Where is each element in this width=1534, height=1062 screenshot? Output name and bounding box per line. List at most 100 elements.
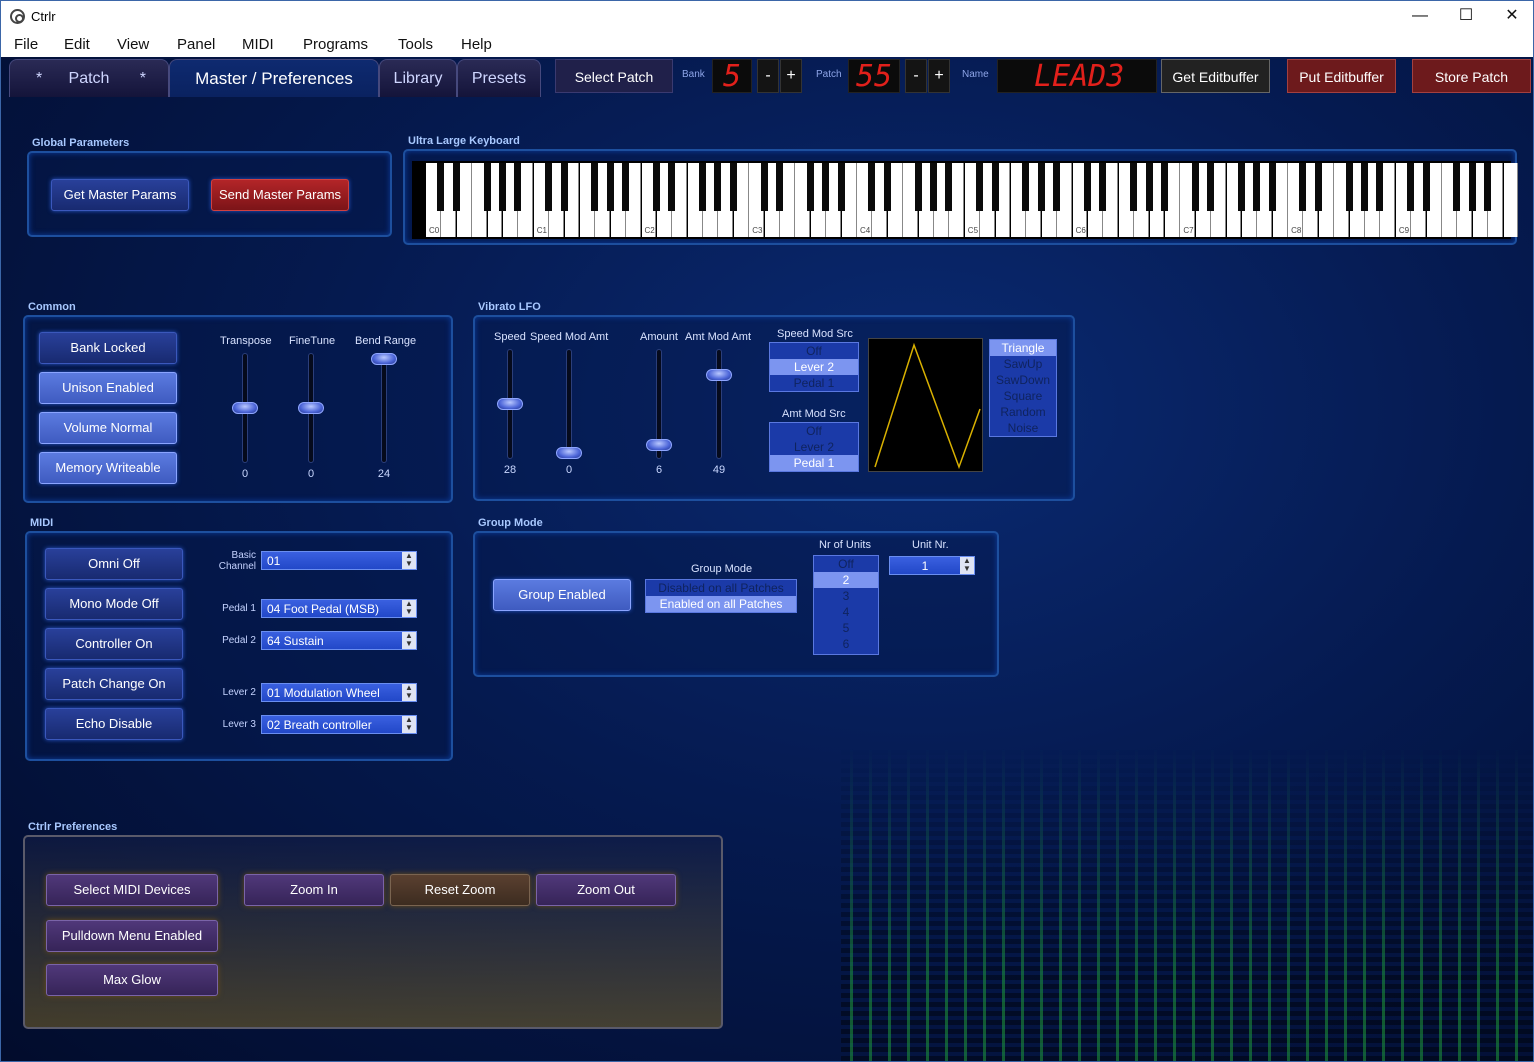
speed-slider[interactable] [497, 398, 523, 410]
menu-panel[interactable]: Panel [177, 36, 215, 53]
black-key[interactable] [760, 163, 768, 211]
put-editbuffer-button[interactable]: Put Editbuffer [1287, 59, 1396, 93]
menu-tools[interactable]: Tools [398, 36, 433, 53]
black-key[interactable] [837, 163, 845, 211]
black-key[interactable] [1468, 163, 1476, 211]
black-key[interactable] [822, 163, 830, 211]
amt-mod-amt-slider[interactable] [706, 368, 732, 381]
bank-locked-button[interactable]: Bank Locked [39, 332, 177, 364]
units-2[interactable]: 2 [814, 572, 878, 588]
wave-square[interactable]: Square [990, 388, 1056, 404]
white-key[interactable] [1503, 163, 1519, 237]
black-key[interactable] [1422, 163, 1430, 211]
black-key[interactable] [945, 163, 953, 211]
black-key[interactable] [1083, 163, 1091, 211]
mono-mode-off-button[interactable]: Mono Mode Off [45, 588, 183, 620]
black-key[interactable] [452, 163, 460, 211]
unit-nr-spinner[interactable]: 1 ▲ ▼ [889, 556, 975, 575]
select-midi-devices-button[interactable]: Select MIDI Devices [46, 874, 218, 906]
tab-master-preferences[interactable]: Master / Preferences [169, 59, 379, 97]
black-key[interactable] [776, 163, 784, 211]
speed-mod-amt-slider[interactable] [556, 447, 582, 459]
wave-triangle[interactable]: Triangle [990, 340, 1056, 356]
patch-plus-button[interactable]: + [928, 59, 950, 93]
black-key[interactable] [560, 163, 568, 211]
black-key[interactable] [806, 163, 814, 211]
pulldown-menu-enabled-button[interactable]: Pulldown Menu Enabled [46, 920, 218, 952]
black-key[interactable] [1268, 163, 1276, 211]
close-button[interactable]: ✕ [1489, 1, 1534, 32]
black-key[interactable] [1376, 163, 1384, 211]
reset-zoom-button[interactable]: Reset Zoom [390, 874, 530, 906]
finetune-slider[interactable] [298, 402, 324, 414]
patch-change-on-button[interactable]: Patch Change On [45, 668, 183, 700]
max-glow-button[interactable]: Max Glow [46, 964, 218, 996]
wave-random[interactable]: Random [990, 404, 1056, 420]
black-key[interactable] [1299, 163, 1307, 211]
tab-presets[interactable]: Presets [457, 59, 541, 97]
units-4[interactable]: 4 [814, 604, 878, 620]
bank-minus-button[interactable]: - [757, 59, 779, 93]
black-key[interactable] [606, 163, 614, 211]
nr-of-units-list[interactable]: Off 2 3 4 5 6 [813, 555, 879, 655]
black-key[interactable] [1130, 163, 1138, 211]
maximize-button[interactable]: ☐ [1443, 1, 1489, 32]
black-key[interactable] [1361, 163, 1369, 211]
amt-mod-src-lever2[interactable]: Lever 2 [770, 439, 858, 455]
basic-channel-select[interactable]: 01 ▲ ▼ [261, 551, 417, 570]
send-master-params-button[interactable]: Send Master Params [211, 179, 349, 211]
bank-plus-button[interactable]: + [780, 59, 802, 93]
get-master-params-button[interactable]: Get Master Params [51, 179, 189, 211]
black-key[interactable] [514, 163, 522, 211]
speed-mod-src-lever2[interactable]: Lever 2 [770, 359, 858, 375]
menu-help[interactable]: Help [461, 36, 492, 53]
patch-minus-button[interactable]: - [905, 59, 927, 93]
black-key[interactable] [668, 163, 676, 211]
units-off[interactable]: Off [814, 556, 878, 572]
wave-sawup[interactable]: SawUp [990, 356, 1056, 372]
black-key[interactable] [1145, 163, 1153, 211]
omni-off-button[interactable]: Omni Off [45, 548, 183, 580]
units-6[interactable]: 6 [814, 636, 878, 652]
select-patch-button[interactable]: Select Patch [555, 59, 673, 93]
wave-sawdown[interactable]: SawDown [990, 372, 1056, 388]
amount-slider[interactable] [646, 439, 672, 452]
black-key[interactable] [1053, 163, 1061, 211]
black-key[interactable] [914, 163, 922, 211]
lever3-select[interactable]: 02 Breath controller ▲ ▼ [261, 715, 417, 734]
unison-enabled-button[interactable]: Unison Enabled [39, 372, 177, 404]
store-patch-button[interactable]: Store Patch [1412, 59, 1531, 93]
menu-file[interactable]: File [14, 36, 38, 53]
black-key[interactable] [1191, 163, 1199, 211]
echo-disable-button[interactable]: Echo Disable [45, 708, 183, 740]
black-key[interactable] [498, 163, 506, 211]
pedal2-select[interactable]: 64 Sustain ▲ ▼ [261, 631, 417, 650]
black-key[interactable] [868, 163, 876, 211]
transpose-slider[interactable] [232, 402, 258, 414]
black-key[interactable] [1484, 163, 1492, 211]
units-5[interactable]: 5 [814, 620, 878, 636]
amt-mod-src-list[interactable]: Off Lever 2 Pedal 1 [769, 422, 859, 472]
black-key[interactable] [930, 163, 937, 211]
volume-normal-button[interactable]: Volume Normal [39, 412, 177, 444]
menu-edit[interactable]: Edit [64, 36, 90, 53]
black-key[interactable] [545, 163, 553, 211]
menu-midi[interactable]: MIDI [242, 36, 274, 53]
black-key[interactable] [1453, 163, 1461, 211]
wave-noise[interactable]: Noise [990, 420, 1056, 436]
get-editbuffer-button[interactable]: Get Editbuffer [1161, 59, 1270, 93]
black-key[interactable] [1314, 163, 1322, 211]
black-key[interactable] [1345, 163, 1353, 211]
black-key[interactable] [1407, 163, 1415, 211]
black-key[interactable] [729, 163, 737, 211]
black-key[interactable] [1037, 163, 1045, 211]
tab-library[interactable]: Library [379, 59, 457, 97]
black-key[interactable] [1253, 163, 1261, 211]
black-key[interactable] [437, 163, 445, 211]
black-key[interactable] [883, 163, 891, 211]
black-key[interactable] [1099, 163, 1107, 211]
units-3[interactable]: 3 [814, 588, 878, 604]
group-mode-enabled[interactable]: Enabled on all Patches [646, 596, 796, 612]
amt-mod-src-off[interactable]: Off [770, 423, 858, 439]
lfo-wave-list[interactable]: Triangle SawUp SawDown Square Random Noi… [989, 339, 1057, 437]
